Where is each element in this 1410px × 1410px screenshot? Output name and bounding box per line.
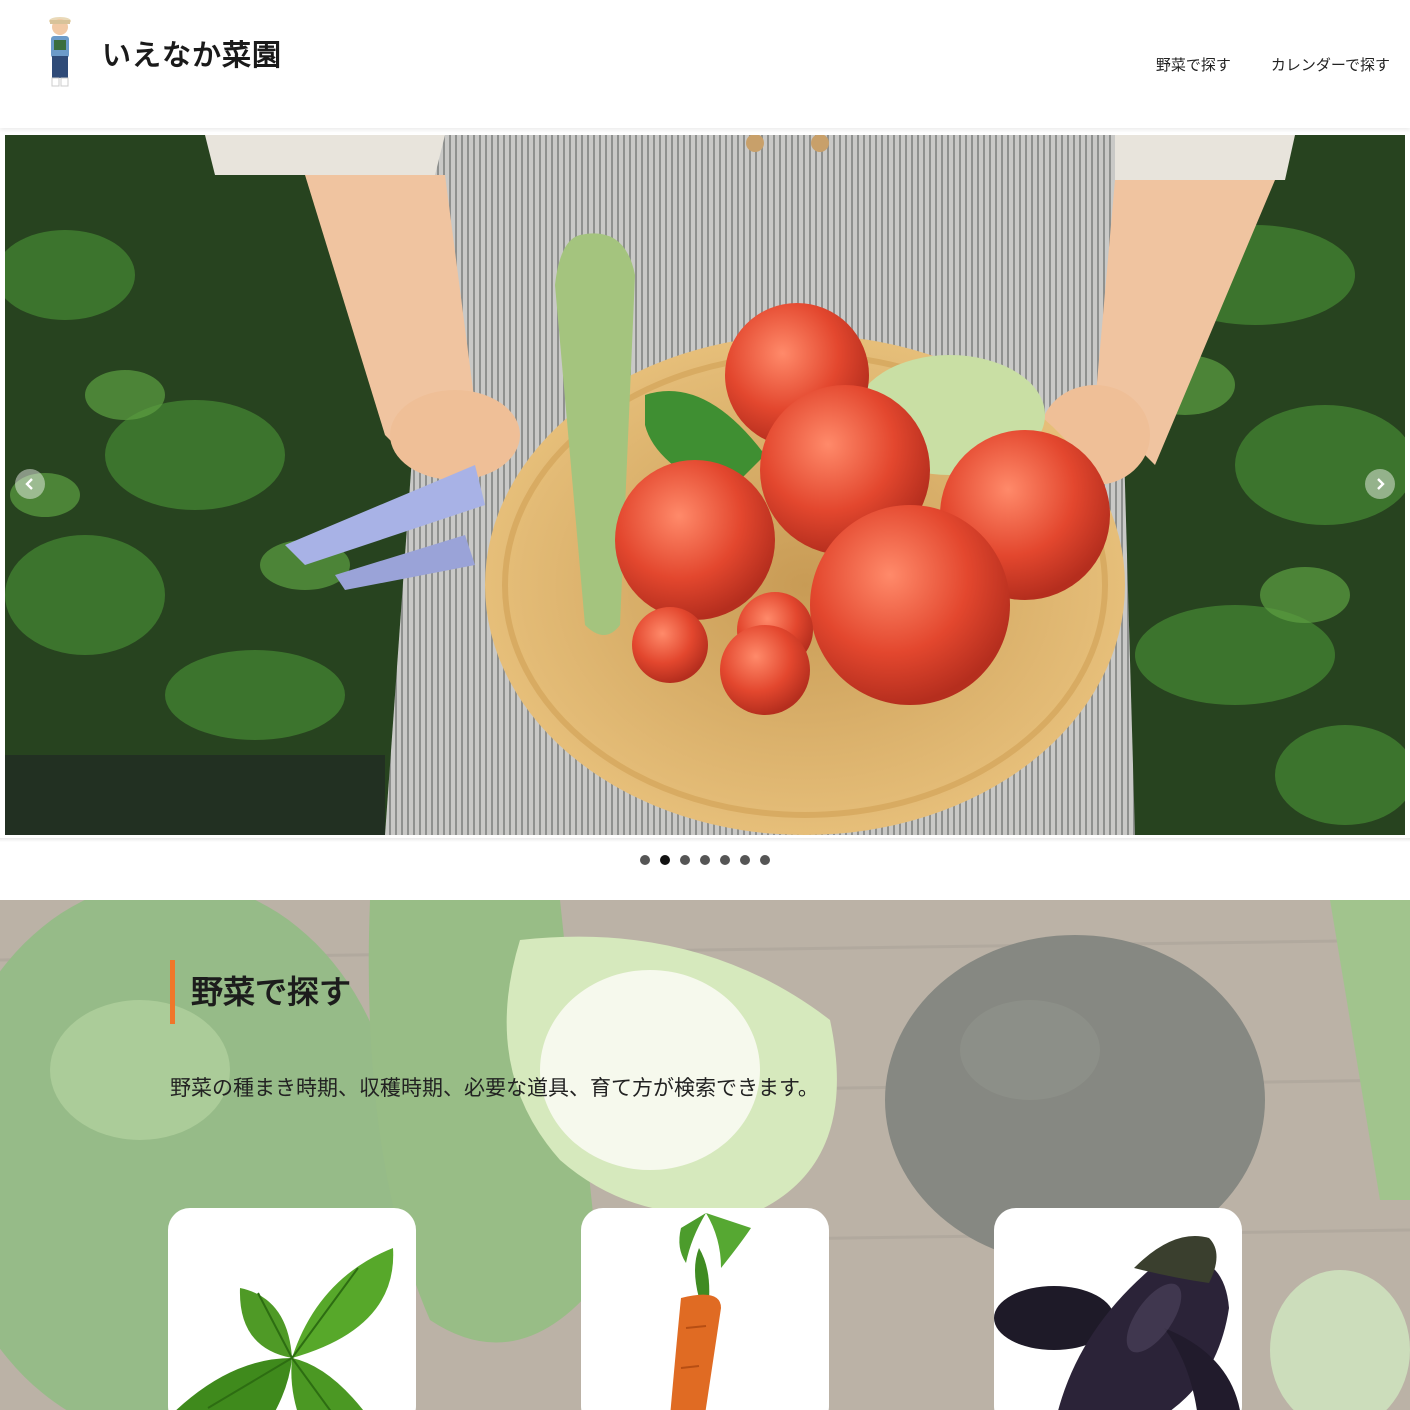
slider-next-button[interactable] [1365,469,1395,499]
chevron-left-icon [25,478,33,490]
hero-slide-image [5,135,1405,835]
site-header: いえなか菜園 野菜で探す カレンダーで探す [0,0,1410,128]
slider-dot[interactable] [700,855,710,865]
slider-dot[interactable] [760,855,770,865]
slider-divider [0,838,1410,842]
site-title[interactable]: いえなか菜園 [102,32,282,74]
slider-pagination [0,855,1410,865]
slider-dot[interactable] [740,855,750,865]
slider-prev-button[interactable] [15,469,45,499]
slider-dot[interactable] [640,855,650,865]
main-nav: 野菜で探す カレンダーで探す [1156,54,1390,75]
vegetable-card-eggplant[interactable] [994,1208,1242,1410]
vegetable-card-carrot[interactable] [581,1208,829,1410]
vegetable-card-basil[interactable] [168,1208,416,1410]
nav-link-search-by-calendar[interactable]: カレンダーで探す [1271,54,1390,75]
carrot-icon [670,1213,751,1410]
vegetable-search-section: 野菜で探す 野菜の種まき時期、収穫時期、必要な道具、育て方が検索できます。 [0,900,1410,1410]
hero-slider[interactable] [5,135,1405,835]
slider-dot[interactable] [680,855,690,865]
eggplant-icon [994,1236,1240,1410]
farmer-logo-icon[interactable] [40,12,80,96]
nav-link-search-by-vegetable[interactable]: 野菜で探す [1156,54,1231,75]
section-description: 野菜の種まき時期、収穫時期、必要な道具、育て方が検索できます。 [170,1076,819,1100]
basil-icon [176,1248,394,1410]
slider-dot[interactable] [720,855,730,865]
section-heading: 野菜で探す [170,960,351,1024]
chevron-right-icon [1377,478,1385,490]
slider-dot[interactable] [660,855,670,865]
